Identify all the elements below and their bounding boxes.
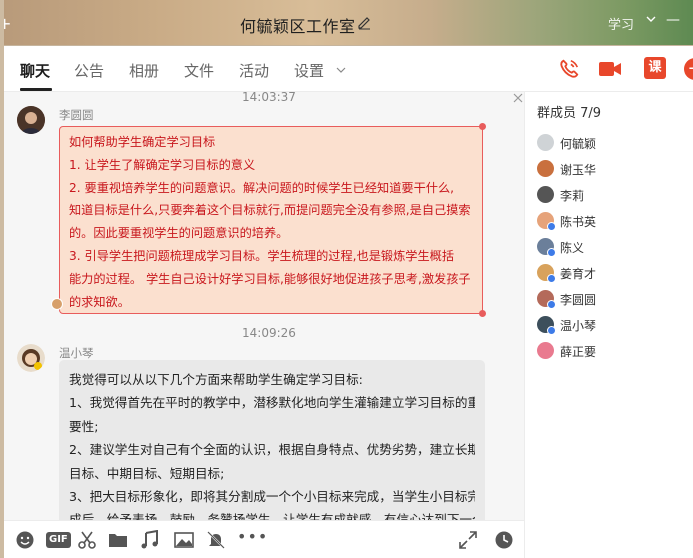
gif-icon[interactable]: GIF — [46, 532, 71, 548]
message-line: 知道目标是什么,只要奔着这个目标就行,而提问题完全没有参照,是自己摸索 — [69, 203, 471, 218]
member-name: 温小琴 — [560, 319, 597, 333]
message-line: 的求知欲。 — [69, 294, 130, 309]
member-name: 谢玉华 — [560, 163, 597, 177]
tab-announcement[interactable]: 公告 — [74, 60, 104, 81]
message-sender: 李圆圆 — [59, 108, 94, 122]
member-item[interactable]: 李莉 — [537, 184, 687, 206]
phone-icon[interactable] — [557, 58, 581, 80]
avatar-image — [17, 344, 45, 372]
online-badge — [547, 248, 556, 257]
message-timestamp: 14:09:26 — [242, 326, 296, 340]
member-item[interactable]: 陈书英 — [537, 210, 687, 232]
member-item[interactable]: 姜育才 — [537, 262, 687, 284]
music-icon[interactable] — [140, 530, 160, 550]
tab-bar: 聊天 公告 相册 文件 活动 设置 课 + — [4, 46, 693, 92]
message-line: 目标、中期目标、短期目标; — [69, 465, 225, 481]
tab-files[interactable]: 文件 — [184, 60, 214, 81]
edit-icon[interactable] — [356, 14, 372, 30]
message-sender: 温小琴 — [59, 346, 94, 360]
bell-mute-icon[interactable] — [206, 530, 226, 550]
member-item[interactable]: 温小琴 — [537, 314, 687, 336]
message-line: 我觉得可以从以下几个方面来帮助学生确定学习目标: — [69, 372, 363, 387]
tab-chat[interactable]: 聊天 — [20, 60, 50, 81]
close-icon[interactable] — [512, 92, 524, 104]
input-toolbar: GIF ••• — [4, 520, 524, 558]
chevron-down-icon[interactable] — [336, 66, 346, 74]
member-name: 李圆圆 — [560, 293, 597, 307]
member-item[interactable]: 陈义 — [537, 236, 687, 258]
member-item[interactable]: 李圆圆 — [537, 288, 687, 310]
members-title: 群成员 7/9 — [537, 106, 602, 121]
members-panel: 群成员 7/9 何毓颖 谢玉华 李莉 陈书英 陈义 姜育才 李圆圆 温小琴 薛正… — [524, 92, 693, 558]
message-line: 如何帮助学生确定学习目标 — [69, 135, 216, 149]
message-bubble-highlighted[interactable]: 如何帮助学生确定学习目标 1. 让学生了解确定学习目标的意义 2. 要重视培养学… — [59, 123, 486, 317]
reader-avatar — [51, 298, 63, 310]
message-line: 2. 要重视培养学生的问题意识。解决问题的时候学生已经知道要干什么, — [69, 180, 455, 195]
member-name: 何毓颖 — [560, 137, 597, 151]
more-icon[interactable]: ••• — [237, 527, 268, 546]
avatar — [537, 134, 554, 151]
tab-active-indicator — [20, 88, 52, 91]
message-line: 3、把大目标形象化，即将其分割成一个个小目标来完成，当学生小目标完 — [69, 489, 475, 505]
tab-album[interactable]: 相册 — [129, 60, 159, 81]
online-badge — [547, 300, 556, 309]
member-item[interactable]: 何毓颖 — [537, 132, 687, 154]
expand-icon[interactable] — [458, 530, 478, 550]
online-badge — [547, 274, 556, 283]
minimize-icon[interactable]: — — [666, 12, 680, 28]
member-item[interactable]: 谢玉华 — [537, 158, 687, 180]
history-icon[interactable] — [494, 530, 514, 550]
message-line: 1. 让学生了解确定学习目标的意义 — [69, 157, 256, 172]
emoji-icon[interactable] — [15, 530, 35, 550]
message-line: 2、建议学生对自己有个全面的认识，根据自身特点、优势劣势，建立长期 — [69, 442, 475, 458]
tab-settings[interactable]: 设置 — [294, 60, 324, 81]
video-icon[interactable] — [598, 58, 622, 80]
add-icon[interactable]: + — [684, 58, 693, 80]
online-badge — [547, 326, 556, 335]
title-right-label: 学习 — [608, 18, 635, 33]
message-line: 3. 引导学生把问题梳理成学习目标。学生梳理的过程,也是锻炼学生概括 — [69, 248, 455, 263]
message-line: 能力的过程。 学生自己设计好学习目标,能够很好地促进孩子思考,激发孩子 — [69, 271, 471, 286]
member-name: 陈书英 — [560, 215, 597, 229]
resize-handle — [479, 310, 486, 317]
folder-icon[interactable] — [108, 530, 128, 550]
avatar — [537, 186, 554, 203]
tab-activity[interactable]: 活动 — [239, 60, 269, 81]
message-line: 要性; — [69, 418, 99, 434]
member-item[interactable]: 薛正要 — [537, 340, 687, 362]
member-name: 李莉 — [560, 189, 585, 203]
message-line: 成后，给予表扬、鼓励、务赞扬学生，让学生有成就感，有信心达到下一个 — [69, 512, 475, 520]
window-title: 何毓颖区工作室 — [240, 17, 356, 36]
resize-handle — [479, 123, 486, 130]
scissors-icon[interactable] — [77, 530, 97, 550]
online-badge — [547, 222, 556, 231]
message-line: 1、我觉得首先在平时的教学中，潜移默化地向学生灌输建立学习目标的重 — [69, 395, 475, 411]
chat-area[interactable]: 14:03:37 李圆圆 如何帮助学生确定学习目标 1. 让学生了解确定学习目标… — [4, 92, 524, 520]
avatar — [537, 160, 554, 177]
avatar[interactable] — [17, 106, 45, 134]
lesson-icon[interactable]: 课 — [644, 57, 666, 79]
image-icon[interactable] — [174, 530, 194, 550]
member-name: 姜育才 — [560, 267, 597, 281]
avatar — [537, 342, 554, 359]
member-name: 陈义 — [560, 241, 585, 255]
member-name: 薛正要 — [560, 345, 597, 359]
avatar-image — [17, 106, 45, 134]
avatar[interactable] — [17, 344, 45, 372]
message-line: 的。因此要重视学生的问题意识的培养。 — [69, 226, 289, 241]
title-bar: + 何毓颖区工作室 学习 — — [0, 0, 693, 46]
message-bubble[interactable]: 我觉得可以从以下几个方面来帮助学生确定学习目标: 1、我觉得首先在平时的教学中，… — [59, 360, 485, 520]
chevron-down-icon[interactable] — [644, 12, 658, 26]
message-timestamp: 14:03:37 — [242, 92, 296, 104]
